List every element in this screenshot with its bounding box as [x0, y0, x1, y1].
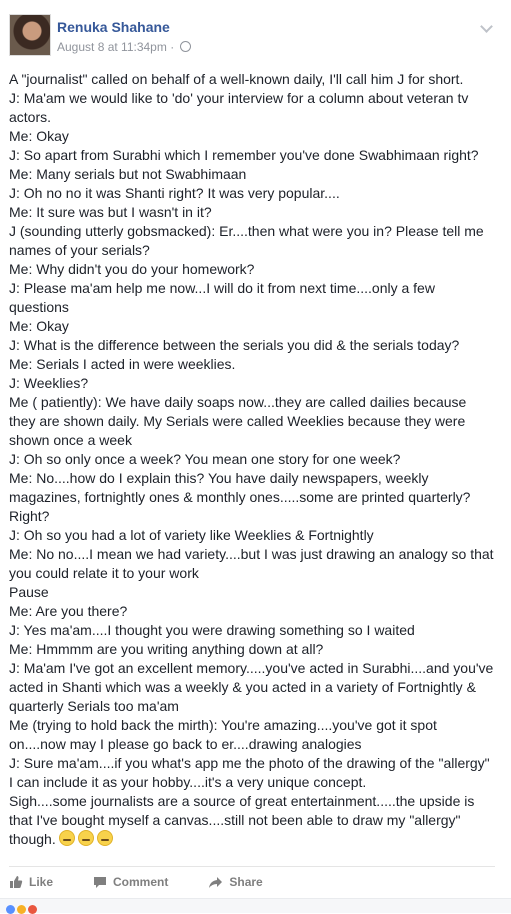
post-line: Me: Why didn't you do your homework?: [9, 261, 255, 277]
reactions-strip: [0, 898, 511, 914]
meta-separator: ·: [170, 40, 175, 54]
post-line: Me: Hmmmm are you writing anything down …: [9, 641, 324, 657]
comment-icon: [94, 876, 107, 888]
slight-smile-emoji-icon: [58, 830, 75, 846]
post-line: A "journalist" called on behalf of a wel…: [9, 71, 464, 87]
like-label: Like: [29, 875, 54, 889]
post-line: J (sounding utterly gobsmacked): Er....t…: [9, 223, 484, 258]
post-line: Me: Are you there?: [9, 603, 128, 619]
post-line: Me: No....how do I explain this? You hav…: [9, 470, 471, 524]
post-line: J: Ma'am we would like to 'do' your inte…: [9, 90, 469, 125]
post-line: J: Please ma'am help me now...I will do …: [9, 280, 435, 315]
post-line: Me: It sure was but I wasn't in it?: [9, 204, 212, 220]
post-line: J: So apart from Surabhi which I remembe…: [9, 147, 479, 163]
post-line: Me (trying to hold back the mirth): You'…: [9, 717, 437, 752]
post-meta: August 8 at 11:34pm ·: [57, 40, 191, 54]
thumbs-up-icon: [10, 876, 23, 888]
post-line: Me ( patiently): We have daily soaps now…: [9, 394, 467, 448]
post-timestamp[interactable]: August 8 at 11:34pm: [57, 40, 167, 54]
post-line: J: Ma'am I've got an excellent memory...…: [9, 660, 494, 714]
post-body: A "journalist" called on behalf of a wel…: [9, 70, 495, 849]
author-avatar[interactable]: [9, 14, 51, 56]
share-label: Share: [229, 875, 263, 889]
post-line: J: Weeklies?: [9, 375, 89, 391]
like-reaction-icon: [6, 905, 15, 914]
post-line: J: Yes ma'am....I thought you were drawi…: [9, 622, 415, 638]
post-line: Pause: [9, 584, 49, 600]
globe-icon: [179, 41, 191, 52]
comment-button[interactable]: Comment: [93, 875, 168, 889]
post-line: Me: Serials I acted in were weeklies.: [9, 356, 236, 372]
comment-label: Comment: [113, 875, 169, 889]
post-actions: Like Comment Share: [9, 872, 303, 892]
facebook-post-card: Renuka Shahane August 8 at 11:34pm · A "…: [0, 0, 511, 914]
post-line: J: Oh no no it was Shanti right? It was …: [9, 185, 340, 201]
post-line: Me: Many serials but not Swabhimaan: [9, 166, 247, 182]
actions-divider: [9, 866, 495, 867]
post-line: Me: No no....I mean we had variety....bu…: [9, 546, 494, 581]
reactions-summary[interactable]: [6, 905, 39, 914]
haha-reaction-icon: [17, 905, 26, 914]
post-line: J: Oh so you had a lot of variety like W…: [9, 527, 374, 543]
post-line: J: What is the difference between the se…: [9, 337, 460, 353]
post-header: Renuka Shahane August 8 at 11:34pm ·: [9, 14, 511, 58]
share-arrow-icon: [209, 876, 223, 888]
laughing-emoji-icon: [96, 830, 113, 846]
like-button[interactable]: Like: [9, 875, 53, 889]
love-reaction-icon: [28, 905, 37, 914]
post-line: Me: Okay: [9, 318, 69, 334]
post-line: J: Oh so only once a week? You mean one …: [9, 451, 401, 467]
share-button[interactable]: Share: [208, 875, 263, 889]
chevron-down-icon[interactable]: [480, 20, 493, 33]
grin-emoji-icon: [77, 830, 94, 846]
post-line-last: Sigh....some journalists are a source of…: [9, 792, 495, 849]
post-line: Me: Okay: [9, 128, 69, 144]
author-name[interactable]: Renuka Shahane: [57, 19, 170, 35]
post-line: J: Sure ma'am....if you what's app me th…: [9, 755, 490, 790]
